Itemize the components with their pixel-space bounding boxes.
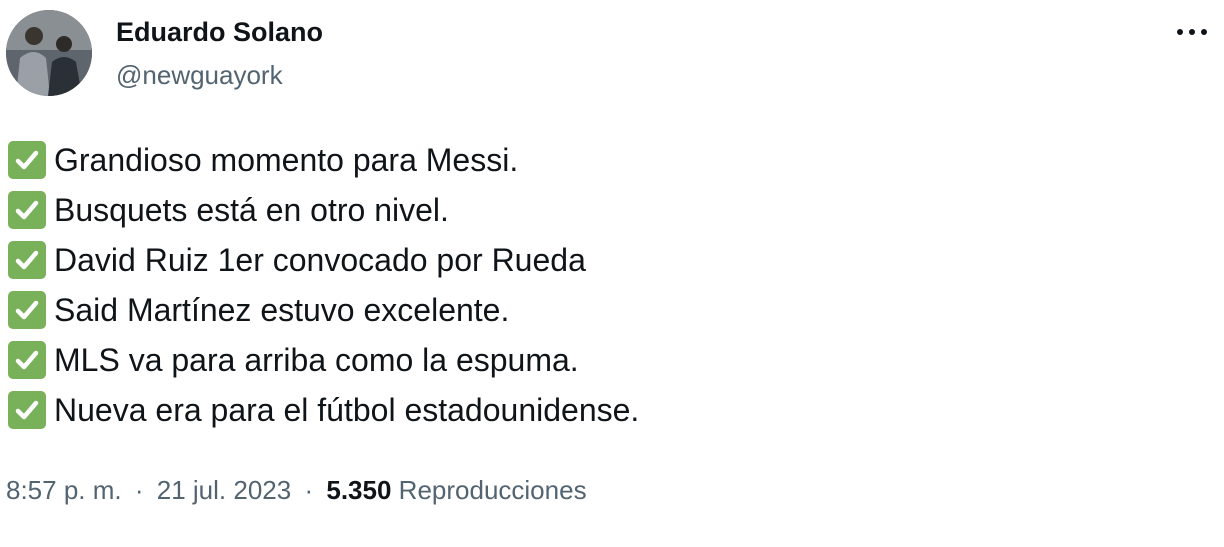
tweet-card: Eduardo Solano @newguayork Grandioso mom…: [0, 0, 1224, 547]
more-options-button[interactable]: [1174, 14, 1210, 50]
tweet-time[interactable]: 8:57 p. m.: [6, 475, 122, 505]
author-name[interactable]: Eduardo Solano: [116, 14, 323, 50]
avatar[interactable]: [6, 10, 92, 96]
tweet-date[interactable]: 21 jul. 2023: [157, 475, 291, 505]
tweet-line: Grandioso momento para Messi.: [8, 135, 639, 185]
tweet-line: David Ruiz 1er convocado por Rueda: [8, 235, 639, 285]
tweet-line: Busquets está en otro nivel.: [8, 185, 639, 235]
tweet-line-text: Busquets está en otro nivel.: [54, 191, 449, 228]
tweet-line-text: Said Martínez estuvo excelente.: [54, 291, 510, 328]
more-horizontal-icon: [1177, 29, 1207, 35]
tweet-line: Said Martínez estuvo excelente.: [8, 285, 639, 335]
tweet-line: Nueva era para el fútbol estadounidense.: [8, 385, 639, 435]
check-mark-emoji-icon: [8, 191, 46, 229]
tweet-line-text: Nueva era para el fútbol estadounidense.: [54, 391, 640, 428]
views-count[interactable]: 5.350: [326, 475, 391, 505]
tweet-line-text: Grandioso momento para Messi.: [54, 141, 519, 178]
check-mark-emoji-icon: [8, 291, 46, 329]
meta-separator: ·: [304, 475, 314, 505]
check-mark-emoji-icon: [8, 341, 46, 379]
check-mark-emoji-icon: [8, 391, 46, 429]
tweet-line-text: MLS va para arriba como la espuma.: [54, 341, 579, 378]
check-mark-emoji-icon: [8, 141, 46, 179]
views-label[interactable]: Reproducciones: [399, 475, 587, 505]
author-handle[interactable]: @newguayork: [116, 57, 283, 93]
tweet-line: MLS va para arriba como la espuma.: [8, 335, 639, 385]
meta-separator: ·: [134, 475, 144, 505]
check-mark-emoji-icon: [8, 241, 46, 279]
avatar-photo: [6, 10, 92, 96]
tweet-meta: 8:57 p. m. · 21 jul. 2023 · 5.350 Reprod…: [6, 472, 587, 508]
tweet-text: Grandioso momento para Messi. Busquets e…: [8, 135, 639, 435]
tweet-line-text: David Ruiz 1er convocado por Rueda: [54, 241, 586, 278]
